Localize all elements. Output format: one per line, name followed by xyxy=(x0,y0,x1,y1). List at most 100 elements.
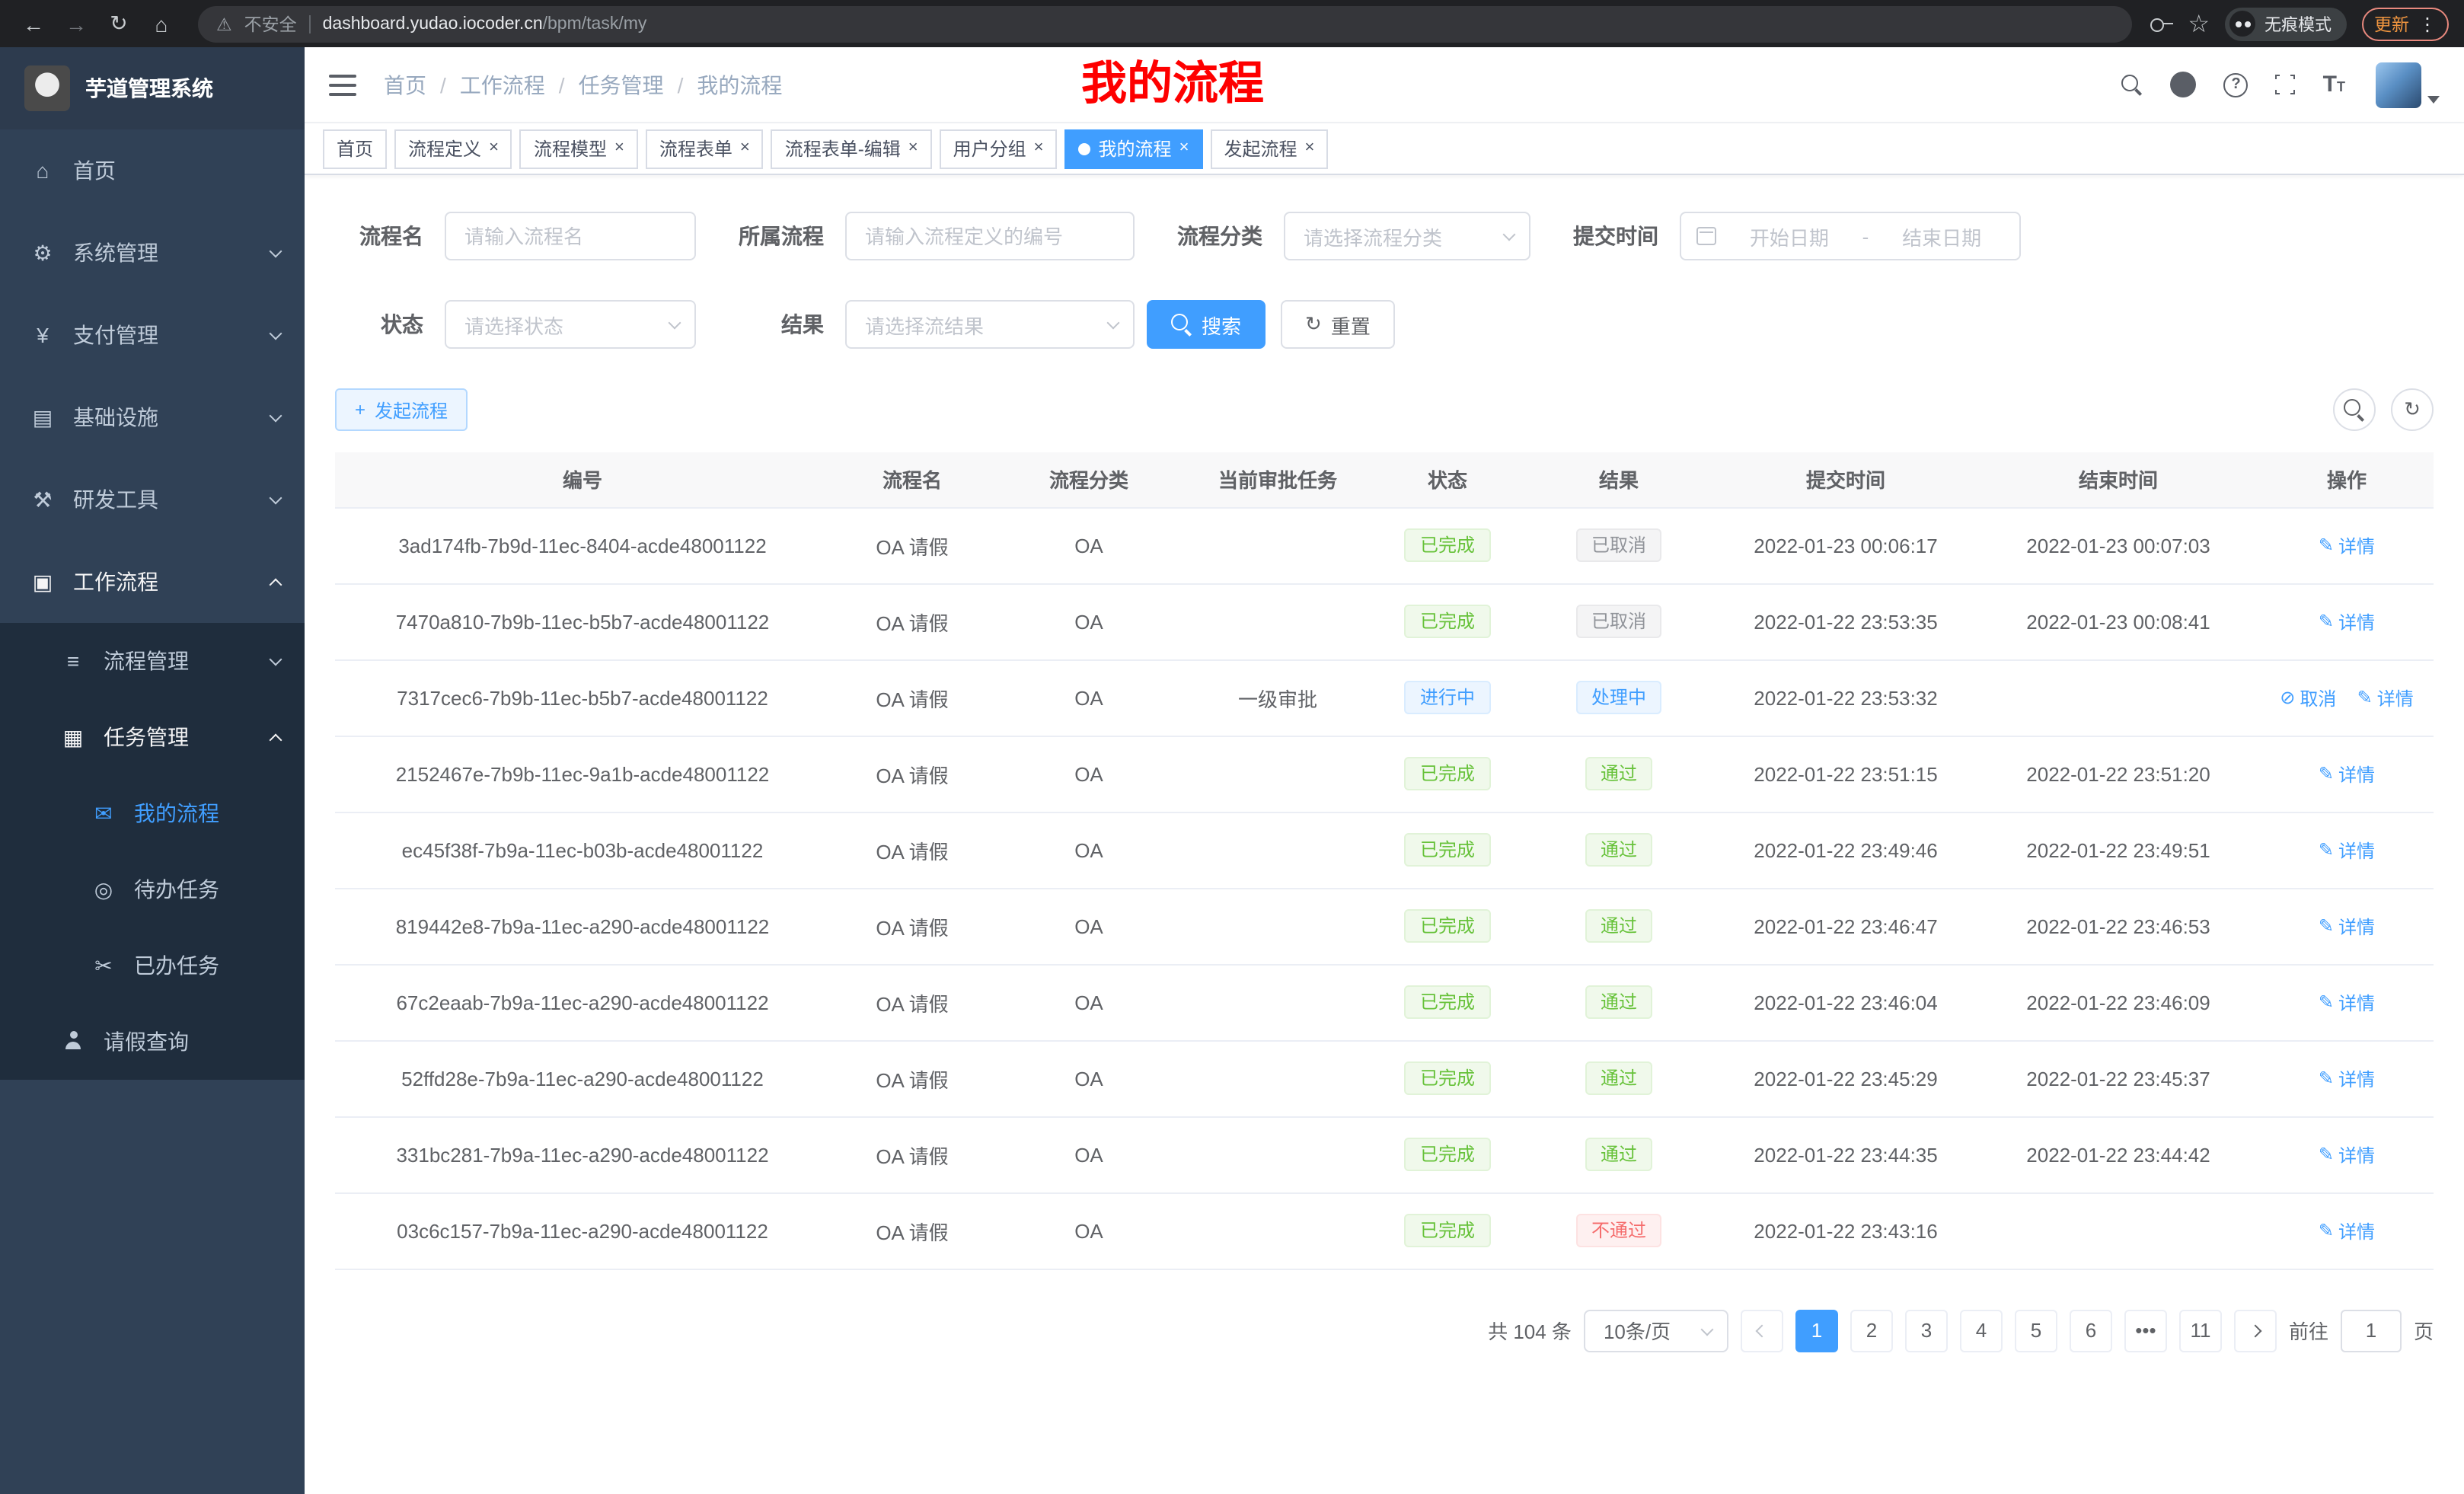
key-icon[interactable] xyxy=(2150,18,2172,30)
result-select[interactable]: 请选择流结果 xyxy=(845,300,1135,349)
page-jump-input[interactable] xyxy=(2341,1309,2402,1352)
process-definition-input[interactable] xyxy=(847,213,1133,259)
close-icon[interactable]: × xyxy=(614,140,624,157)
sidebar-item-done-task[interactable]: ✂ 已办任务 xyxy=(0,927,305,1004)
detail-link[interactable]: ✎详情 xyxy=(2319,913,2375,939)
hamburger-icon[interactable] xyxy=(329,74,356,95)
breadcrumb-item[interactable]: 任务管理 xyxy=(579,69,664,100)
tab-start-process[interactable]: 发起流程× xyxy=(1210,129,1328,168)
sidebar-item-workflow[interactable]: ▣ 工作流程 xyxy=(0,541,305,623)
detail-link[interactable]: ✎详情 xyxy=(2319,837,2375,863)
breadcrumb-item[interactable]: 工作流程 xyxy=(460,69,545,100)
refresh-table-button[interactable]: ↻ xyxy=(2391,388,2434,431)
search-icon[interactable] xyxy=(2122,74,2143,95)
page-size-select[interactable]: 10条/页 xyxy=(1584,1309,1728,1352)
prev-page-button[interactable] xyxy=(1741,1309,1783,1352)
security-label[interactable]: 不安全 xyxy=(244,11,297,36)
more-pages-button[interactable]: ••• xyxy=(2124,1309,2167,1352)
page-button-2[interactable]: 2 xyxy=(1850,1309,1893,1352)
sidebar-item-leave-query[interactable]: 请假查询 xyxy=(0,1004,305,1080)
process-category-select[interactable]: 请选择流程分类 xyxy=(1284,212,1530,260)
close-icon[interactable]: × xyxy=(740,140,750,157)
close-icon[interactable]: × xyxy=(1179,140,1189,157)
chevron-down-icon xyxy=(270,491,282,504)
caret-down-icon xyxy=(2427,95,2440,103)
tab-my-process[interactable]: 我的流程× xyxy=(1065,129,1203,168)
detail-link[interactable]: ✎详情 xyxy=(2319,989,2375,1015)
cancel-link[interactable]: ⊘取消 xyxy=(2280,685,2336,710)
next-page-button[interactable] xyxy=(2234,1309,2277,1352)
start-date-placeholder[interactable]: 开始日期 xyxy=(1727,222,1852,251)
user-menu[interactable] xyxy=(2376,62,2440,107)
end-date-placeholder[interactable]: 结束日期 xyxy=(1879,222,2004,251)
avatar[interactable] xyxy=(2376,62,2421,107)
detail-link[interactable]: ✎详情 xyxy=(2319,532,2375,558)
close-icon[interactable]: × xyxy=(1034,140,1044,157)
page-button-11[interactable]: 11 xyxy=(2179,1309,2222,1352)
forward-icon[interactable]: → xyxy=(58,5,94,42)
tab-process-form-edit[interactable]: 流程表单-编辑× xyxy=(771,129,932,168)
browser-actions: ☆ 无痕模式 更新 ⋮ xyxy=(2150,7,2449,40)
chevron-down-icon xyxy=(1503,228,1516,241)
detail-link[interactable]: ✎详情 xyxy=(2319,1218,2375,1243)
address-bar[interactable]: ⚠ 不安全 dashboard.yudao.iocoder.cn/bpm/tas… xyxy=(198,5,2131,42)
detail-link[interactable]: ✎详情 xyxy=(2319,1065,2375,1091)
submit-time-range-picker[interactable]: 开始日期 - 结束日期 xyxy=(1680,212,2021,260)
detail-link[interactable]: ✎详情 xyxy=(2319,608,2375,634)
tab-process-model[interactable]: 流程模型× xyxy=(520,129,638,168)
sidebar-item-task-mgmt[interactable]: ▦ 任务管理 xyxy=(0,699,305,775)
screenshot-stage: ← → ↻ ⌂ ⚠ 不安全 dashboard.yudao.iocoder.cn… xyxy=(0,0,2464,1494)
help-icon[interactable]: ? xyxy=(2224,72,2249,97)
process-name-input[interactable] xyxy=(446,213,694,259)
font-size-icon[interactable]: TT xyxy=(2323,73,2345,96)
incognito-badge[interactable]: 无痕模式 xyxy=(2225,7,2347,40)
status-select[interactable]: 请选择状态 xyxy=(445,300,696,349)
page-button-1[interactable]: 1 xyxy=(1795,1309,1838,1352)
search-icon xyxy=(1171,314,1192,335)
submit-time-label: 提交时间 xyxy=(1567,221,1658,251)
toggle-search-button[interactable] xyxy=(2333,388,2376,431)
sidebar-item-infrastructure[interactable]: ▤ 基础设施 xyxy=(0,376,305,458)
range-separator: - xyxy=(1862,225,1869,247)
chat-icon: ✉ xyxy=(91,800,116,826)
status-badge: 已完成 xyxy=(1405,985,1490,1019)
browser-update-button[interactable]: 更新 ⋮ xyxy=(2362,7,2449,40)
sidebar-item-process-mgmt[interactable]: ≡ 流程管理 xyxy=(0,623,305,699)
start-process-button[interactable]: + 发起流程 xyxy=(335,388,468,431)
close-icon[interactable]: × xyxy=(489,140,499,157)
reset-button[interactable]: ↻ 重置 xyxy=(1281,300,1395,349)
page-button-6[interactable]: 6 xyxy=(2070,1309,2112,1352)
reload-icon[interactable]: ↻ xyxy=(101,5,137,42)
cancel-icon: ⊘ xyxy=(2280,687,2295,708)
sidebar-item-system[interactable]: ⚙ 系统管理 xyxy=(0,212,305,294)
sidebar-item-payment[interactable]: ¥ 支付管理 xyxy=(0,294,305,376)
tab-user-group[interactable]: 用户分组× xyxy=(940,129,1058,168)
sidebar-item-devtools[interactable]: ⚒ 研发工具 xyxy=(0,458,305,541)
tab-process-definition[interactable]: 流程定义× xyxy=(394,129,512,168)
tab-home[interactable]: 首页 xyxy=(323,129,387,168)
page-button-4[interactable]: 4 xyxy=(1960,1309,2003,1352)
page-button-3[interactable]: 3 xyxy=(1905,1309,1948,1352)
detail-link[interactable]: ✎详情 xyxy=(2357,685,2414,710)
bookmark-star-icon[interactable]: ☆ xyxy=(2188,8,2210,39)
kebab-menu-icon[interactable]: ⋮ xyxy=(2418,13,2437,34)
fullscreen-icon[interactable] xyxy=(2276,75,2296,94)
close-icon[interactable]: × xyxy=(1304,140,1314,157)
detail-link[interactable]: ✎详情 xyxy=(2319,761,2375,787)
app-logo[interactable]: 芋道管理系统 xyxy=(0,47,305,129)
back-icon[interactable]: ← xyxy=(15,5,52,42)
main-area: 首页 / 工作流程 / 任务管理 / 我的流程 ? TT xyxy=(305,47,2464,1494)
sidebar-item-home[interactable]: ⌂ 首页 xyxy=(0,129,305,212)
breadcrumb-item[interactable]: 首页 xyxy=(384,69,426,100)
sidebar-item-my-process[interactable]: ✉ 我的流程 xyxy=(0,775,305,851)
github-icon[interactable] xyxy=(2171,72,2197,97)
detail-link[interactable]: ✎详情 xyxy=(2319,1141,2375,1167)
result-badge: 通过 xyxy=(1585,1138,1652,1171)
browser-home-icon[interactable]: ⌂ xyxy=(143,5,180,42)
tab-process-form[interactable]: 流程表单× xyxy=(646,129,764,168)
current-task-link[interactable]: 一级审批 xyxy=(1183,659,1372,736)
close-icon[interactable]: × xyxy=(908,140,918,157)
page-button-5[interactable]: 5 xyxy=(2015,1309,2057,1352)
search-button[interactable]: 搜索 xyxy=(1147,300,1266,349)
sidebar-item-todo-task[interactable]: ◎ 待办任务 xyxy=(0,851,305,927)
